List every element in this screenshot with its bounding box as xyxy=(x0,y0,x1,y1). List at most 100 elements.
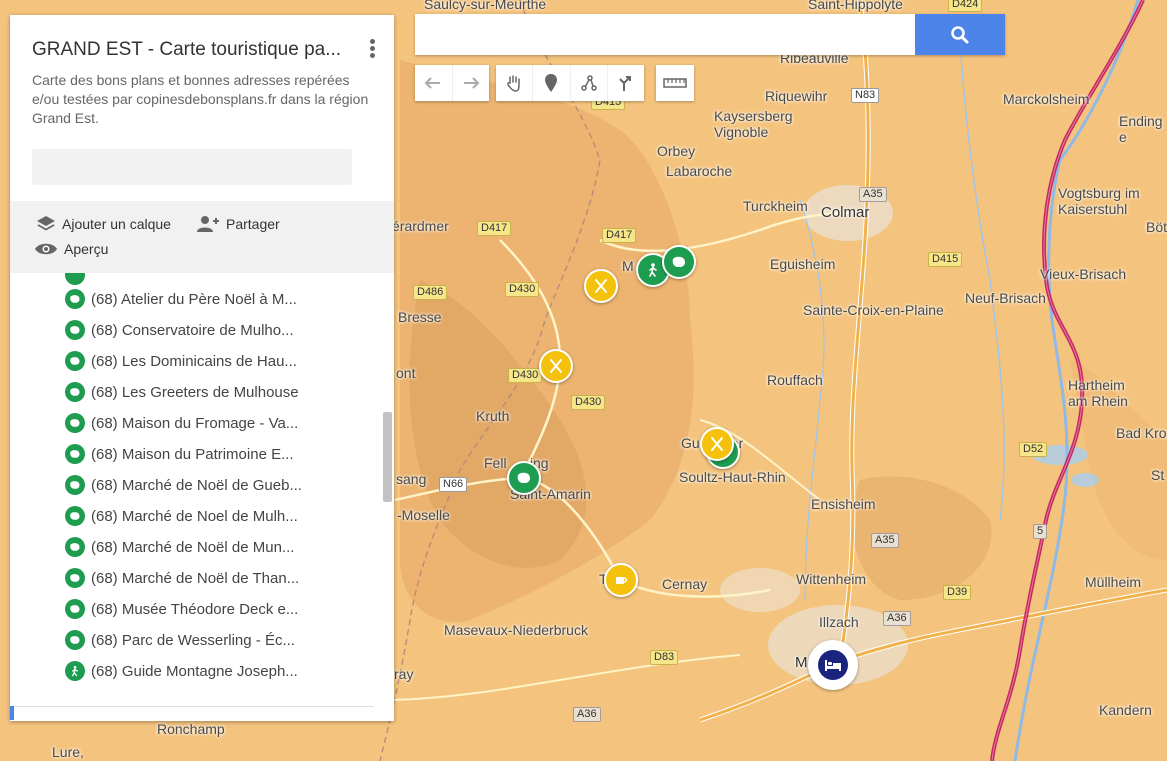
place-label: sang xyxy=(396,471,427,487)
blurred-content xyxy=(32,149,352,185)
place-label: ray xyxy=(394,666,414,682)
list-item[interactable]: (68) Maison du Patrimoine E... xyxy=(65,441,294,467)
place-label: Labaroche xyxy=(666,163,733,179)
road-label: A35 xyxy=(859,187,887,202)
place-label: Lure, xyxy=(52,744,84,760)
list-item[interactable]: (68) Musée Théodore Deck e... xyxy=(65,596,298,622)
hotel-marker[interactable] xyxy=(808,640,858,690)
place-label: Rouffach xyxy=(767,372,823,388)
undo-button[interactable] xyxy=(415,65,453,101)
add-layer-button[interactable]: Ajouter un calque xyxy=(36,215,171,233)
redo-button[interactable] xyxy=(453,65,490,101)
place-label: Saint-Hippolyte xyxy=(808,0,903,12)
place-label: Vogtsburg im Kaiserstuhl xyxy=(1058,185,1140,217)
camera-marker[interactable] xyxy=(662,245,696,279)
camera-icon xyxy=(65,320,85,340)
measure-button[interactable] xyxy=(656,65,693,101)
list-item[interactable]: (68) Maison du Fromage - Va... xyxy=(65,410,298,436)
road-label: N66 xyxy=(439,477,468,492)
preview-button[interactable]: Aperçu xyxy=(34,241,108,257)
hiker-icon xyxy=(649,263,657,277)
road-label: D430 xyxy=(505,282,540,297)
list-item[interactable]: (68) Conservatoire de Mulho... xyxy=(65,317,294,343)
more-options-button[interactable] xyxy=(362,37,382,61)
redo-icon xyxy=(463,77,480,89)
add-marker-button[interactable] xyxy=(533,65,571,101)
list-item[interactable]: (68) Atelier du Père Noël à M... xyxy=(65,286,297,312)
road-label: D83 xyxy=(650,650,679,665)
road-label: D430 xyxy=(571,395,606,410)
camera-icon xyxy=(672,256,685,267)
share-button[interactable]: Partager xyxy=(196,215,280,233)
place-label: Ending e xyxy=(1119,113,1163,145)
place-label: Illzach xyxy=(819,614,859,630)
camera-icon xyxy=(65,599,85,619)
directions-button[interactable] xyxy=(608,65,644,101)
panel-actions: Ajouter un calque Partager Aperçu xyxy=(10,201,394,273)
camera-icon xyxy=(65,382,85,402)
ruler-icon xyxy=(662,78,687,88)
map-pin-icon xyxy=(545,74,558,92)
list-item[interactable]: (68) Guide Montagne Joseph... xyxy=(65,658,298,684)
list-item-label: (68) Conservatoire de Mulho... xyxy=(91,321,294,339)
measure-toolbar xyxy=(656,65,694,101)
place-label: Colmar xyxy=(821,204,870,221)
camera-marker[interactable] xyxy=(507,461,541,495)
place-label: Bresse xyxy=(398,309,442,325)
restaurant-marker[interactable] xyxy=(700,427,734,461)
preview-label: Aperçu xyxy=(64,241,109,257)
place-label: Cernay xyxy=(662,576,708,592)
place-label: Kaysersberg Vignoble xyxy=(714,108,793,140)
place-label: -Moselle xyxy=(397,507,450,523)
list-item[interactable]: (68) Marché de Noel de Mulh... xyxy=(65,503,298,529)
search-button[interactable] xyxy=(915,14,1005,55)
draw-line-icon xyxy=(580,75,597,91)
bed-icon xyxy=(825,660,841,671)
pan-tool-button[interactable] xyxy=(496,65,534,101)
road-label: A36 xyxy=(883,611,911,626)
list-item-label: (68) Musée Théodore Deck e... xyxy=(91,600,299,618)
place-label: Ronchamp xyxy=(157,721,225,737)
list-item-label: (68) Maison du Fromage - Va... xyxy=(91,414,299,432)
place-label: M xyxy=(622,258,634,274)
cafe-marker[interactable] xyxy=(604,563,638,597)
search-bar xyxy=(415,14,1005,57)
map-title[interactable]: GRAND EST - Carte touristique pa... xyxy=(32,39,341,61)
road-label: A35 xyxy=(871,533,899,548)
place-label: érardmer xyxy=(392,218,449,234)
list-item[interactable]: (68) Les Greeters de Mulhouse xyxy=(65,379,299,405)
restaurant-marker[interactable] xyxy=(539,349,573,383)
list-item[interactable]: (68) Marché de Noël de Than... xyxy=(65,565,299,591)
divider xyxy=(10,706,374,707)
place-label: Hartheim am Rhein xyxy=(1068,377,1128,409)
draw-line-button[interactable] xyxy=(571,65,608,101)
place-label: Ensisheim xyxy=(811,496,876,512)
list-item-label: (68) Parc de Wesserling - Éc... xyxy=(91,631,295,649)
list-item-label: (68) Guide Montagne Joseph... xyxy=(91,662,298,680)
layer-color-indicator xyxy=(10,706,14,720)
list-item[interactable]: (68) Marché de Noël de Mun... xyxy=(65,534,294,560)
list-item-label: (68) Atelier du Père Noël à M... xyxy=(91,290,297,308)
road-label: 5 xyxy=(1033,524,1048,539)
places-list: (68) Atelier du Père Noël à M... (68) Co… xyxy=(10,273,394,703)
eye-icon xyxy=(35,243,57,255)
list-item-label: (68) Marché de Noël de Mun... xyxy=(91,538,295,556)
place-label: Bad Kroz xyxy=(1116,425,1167,441)
list-item[interactable]: (68) Marché de Noël de Gueb... xyxy=(65,472,302,498)
place-label: Sainte-Croix-en-Plaine xyxy=(803,302,944,318)
place-label: Saulcy-sur-Meurthe xyxy=(424,0,547,12)
list-item[interactable]: (68) Les Dominicains de Hau... xyxy=(65,348,297,374)
scrollbar-thumb[interactable] xyxy=(383,412,392,502)
add-person-icon xyxy=(197,216,219,232)
search-input[interactable] xyxy=(415,14,929,57)
add-layer-label: Ajouter un calque xyxy=(62,216,171,232)
place-label: M xyxy=(795,654,808,671)
camera-icon xyxy=(65,413,85,433)
share-label: Partager xyxy=(226,216,280,232)
road-label: D52 xyxy=(1019,442,1048,457)
fork-knife-icon xyxy=(711,437,723,451)
restaurant-marker[interactable] xyxy=(584,269,618,303)
list-item[interactable]: (68) Parc de Wesserling - Éc... xyxy=(65,627,295,653)
place-label: Eguisheim xyxy=(770,256,836,272)
road-label: D415 xyxy=(928,252,963,267)
